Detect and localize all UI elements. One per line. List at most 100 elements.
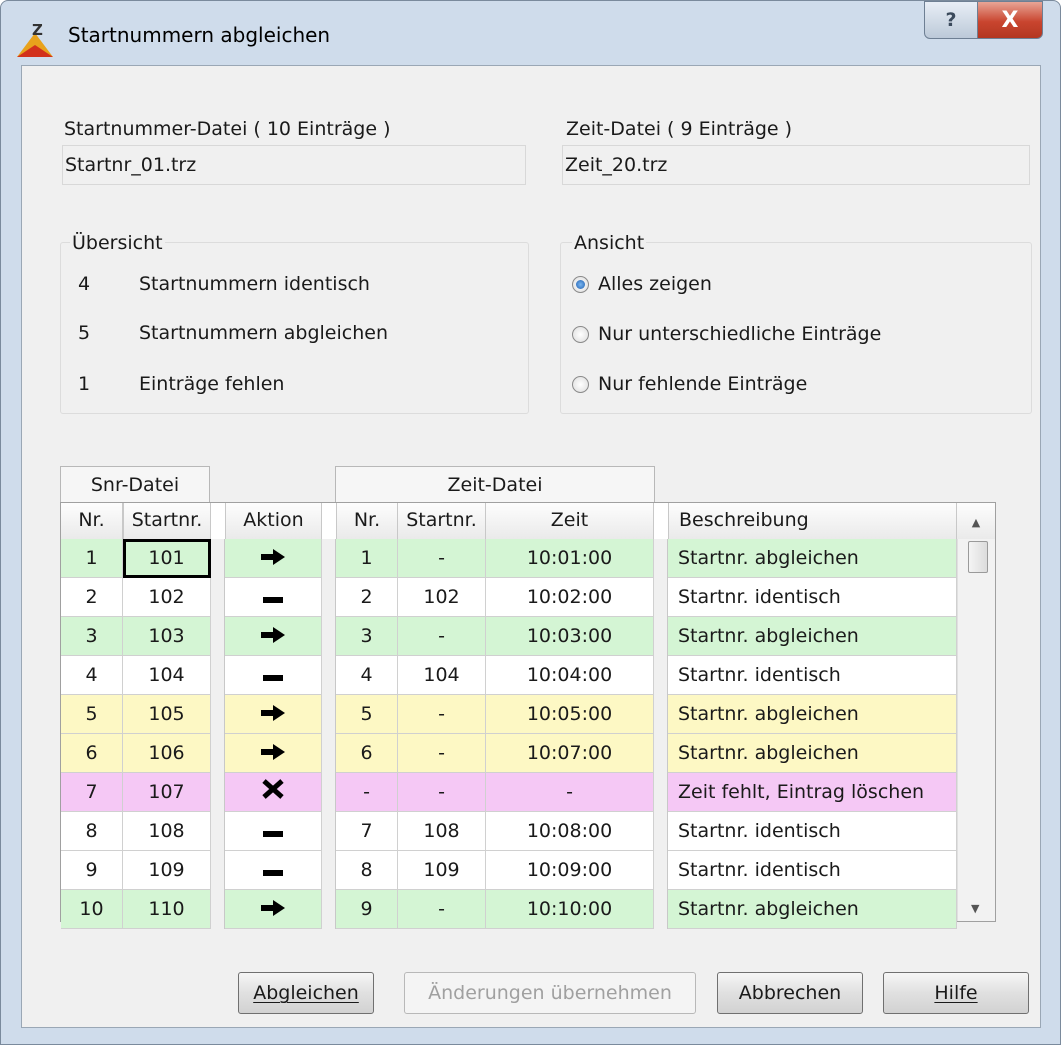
cell-action[interactable] bbox=[225, 812, 322, 851]
cell-zeit[interactable]: 10:02:00 bbox=[486, 578, 654, 617]
cell-zeit-startnr[interactable]: 109 bbox=[398, 851, 486, 890]
title-bar[interactable]: Z Startnummern abgleichen ? X bbox=[1, 1, 1060, 65]
close-button[interactable]: X bbox=[977, 1, 1043, 39]
cell-beschreibung[interactable]: Startnr. identisch bbox=[668, 578, 957, 617]
cancel-button[interactable]: Abbrechen bbox=[717, 972, 863, 1014]
cell-zeit[interactable]: - bbox=[486, 773, 654, 812]
col-header-zeit[interactable]: Zeit bbox=[486, 503, 654, 539]
cell-zeit[interactable]: 10:08:00 bbox=[486, 812, 654, 851]
table-row[interactable]: 1 101 1-10:01:00 Startnr. abgleichen bbox=[61, 539, 996, 578]
cell-startnr[interactable]: 106 bbox=[123, 734, 211, 773]
cell-action[interactable] bbox=[225, 851, 322, 890]
cell-nr[interactable]: 2 bbox=[61, 578, 123, 617]
cell-zeit[interactable]: 10:10:00 bbox=[486, 890, 654, 929]
table-row[interactable]: 3 103 3-10:03:00 Startnr. abgleichen bbox=[61, 617, 996, 656]
cell-nr[interactable]: 3 bbox=[61, 617, 123, 656]
cell-zeit-startnr[interactable]: - bbox=[398, 617, 486, 656]
help-titlebar-button[interactable]: ? bbox=[924, 1, 978, 39]
cell-zeit[interactable]: 10:04:00 bbox=[486, 656, 654, 695]
cell-zeit-nr[interactable]: 3 bbox=[336, 617, 398, 656]
cell-zeit-nr[interactable]: 7 bbox=[336, 812, 398, 851]
cell-startnr[interactable]: 107 bbox=[123, 773, 211, 812]
col-header-nr[interactable]: Nr. bbox=[61, 503, 123, 539]
col-header-aktion[interactable]: Aktion bbox=[225, 503, 322, 539]
col-header-beschreibung[interactable]: Beschreibung bbox=[668, 503, 957, 539]
table-row[interactable]: 2 102 2 102 10:02:00 Startnr. identisch bbox=[61, 578, 996, 617]
cell-zeit-nr[interactable]: 4 bbox=[336, 656, 398, 695]
cell-zeit-nr[interactable]: - bbox=[336, 773, 398, 812]
cell-beschreibung[interactable]: Startnr. abgleichen bbox=[668, 695, 957, 734]
scroll-down-icon[interactable]: ▼ bbox=[971, 902, 979, 915]
vertical-scrollbar[interactable]: ▼ bbox=[957, 539, 995, 921]
cell-zeit[interactable]: 10:03:00 bbox=[486, 617, 654, 656]
cell-startnr[interactable]: 104 bbox=[123, 656, 211, 695]
cell-startnr[interactable]: 110 bbox=[123, 890, 211, 929]
col-header-startnr[interactable]: Startnr. bbox=[123, 503, 211, 539]
radio-only-missing[interactable]: Nur fehlende Einträge bbox=[572, 373, 807, 395]
cell-zeit-startnr[interactable]: - bbox=[398, 695, 486, 734]
abgleichen-button[interactable]: Abgleichen bbox=[238, 972, 374, 1014]
cell-startnr[interactable]: 109 bbox=[123, 851, 211, 890]
cell-zeit[interactable]: 10:01:00 bbox=[486, 539, 654, 578]
cell-nr[interactable]: 5 bbox=[61, 695, 123, 734]
cell-startnr[interactable]: 108 bbox=[123, 812, 211, 851]
col-header-zeit-startnr[interactable]: Startnr. bbox=[398, 503, 486, 539]
cell-beschreibung[interactable]: Startnr. identisch bbox=[668, 656, 957, 695]
table-row[interactable]: 8 108 7 108 10:08:00 Startnr. identisch bbox=[61, 812, 996, 851]
cell-zeit-startnr[interactable]: 104 bbox=[398, 656, 486, 695]
cell-zeit-nr[interactable]: 6 bbox=[336, 734, 398, 773]
cell-zeit[interactable]: 10:09:00 bbox=[486, 851, 654, 890]
cell-nr[interactable]: 9 bbox=[61, 851, 123, 890]
cell-beschreibung[interactable]: Zeit fehlt, Eintrag löschen bbox=[668, 773, 957, 812]
cell-action[interactable] bbox=[225, 734, 322, 773]
radio-only-different[interactable]: Nur unterschiedliche Einträge bbox=[572, 323, 881, 345]
cell-zeit-startnr[interactable]: 102 bbox=[398, 578, 486, 617]
cell-startnr[interactable]: 103 bbox=[123, 617, 211, 656]
cell-startnr[interactable]: 105 bbox=[123, 695, 211, 734]
scrollbar-thumb[interactable] bbox=[968, 541, 988, 573]
scroll-up-button[interactable]: ▲ bbox=[957, 503, 995, 539]
table-row[interactable]: 10 110 9-10:10:00 Startnr. abgleichen bbox=[61, 890, 996, 929]
cell-beschreibung[interactable]: Startnr. abgleichen bbox=[668, 734, 957, 773]
cell-action[interactable] bbox=[225, 695, 322, 734]
cell-nr[interactable]: 8 bbox=[61, 812, 123, 851]
cell-action[interactable] bbox=[225, 773, 322, 812]
cell-zeit-startnr[interactable]: - bbox=[398, 773, 486, 812]
table-row[interactable]: 4 104 4 104 10:04:00 Startnr. identisch bbox=[61, 656, 996, 695]
cell-zeit[interactable]: 10:05:00 bbox=[486, 695, 654, 734]
table-row[interactable]: 6 106 6-10:07:00 Startnr. abgleichen bbox=[61, 734, 996, 773]
help-button[interactable]: Hilfe bbox=[883, 972, 1029, 1014]
cell-action[interactable] bbox=[225, 539, 322, 578]
cell-zeit-nr[interactable]: 9 bbox=[336, 890, 398, 929]
table-row[interactable]: 5 105 5-10:05:00 Startnr. abgleichen bbox=[61, 695, 996, 734]
cell-zeit-startnr[interactable]: - bbox=[398, 734, 486, 773]
apply-changes-button[interactable]: Änderungen übernehmen bbox=[404, 972, 696, 1014]
cell-nr[interactable]: 1 bbox=[61, 539, 123, 578]
cell-zeit[interactable]: 10:07:00 bbox=[486, 734, 654, 773]
cell-nr[interactable]: 6 bbox=[61, 734, 123, 773]
cell-nr[interactable]: 10 bbox=[61, 890, 123, 929]
cell-beschreibung[interactable]: Startnr. abgleichen bbox=[668, 890, 957, 929]
cell-action[interactable] bbox=[225, 578, 322, 617]
cell-startnr-selected[interactable]: 101 bbox=[123, 539, 211, 578]
cell-beschreibung[interactable]: Startnr. abgleichen bbox=[668, 539, 957, 578]
cell-zeit-nr[interactable]: 1 bbox=[336, 539, 398, 578]
cell-zeit-startnr[interactable]: - bbox=[398, 890, 486, 929]
cell-action[interactable] bbox=[225, 890, 322, 929]
radio-show-all[interactable]: Alles zeigen bbox=[572, 273, 712, 295]
cell-zeit-nr[interactable]: 5 bbox=[336, 695, 398, 734]
cell-action[interactable] bbox=[225, 656, 322, 695]
cell-beschreibung[interactable]: Startnr. identisch bbox=[668, 851, 957, 890]
table-row[interactable]: 9 109 8 109 10:09:00 Startnr. identisch bbox=[61, 851, 996, 890]
cell-beschreibung[interactable]: Startnr. identisch bbox=[668, 812, 957, 851]
cell-zeit-nr[interactable]: 2 bbox=[336, 578, 398, 617]
cell-action[interactable] bbox=[225, 617, 322, 656]
cell-nr[interactable]: 7 bbox=[61, 773, 123, 812]
cell-zeit-nr[interactable]: 8 bbox=[336, 851, 398, 890]
cell-beschreibung[interactable]: Startnr. abgleichen bbox=[668, 617, 957, 656]
cell-startnr[interactable]: 102 bbox=[123, 578, 211, 617]
cell-nr[interactable]: 4 bbox=[61, 656, 123, 695]
cell-zeit-startnr[interactable]: - bbox=[398, 539, 486, 578]
cell-zeit-startnr[interactable]: 108 bbox=[398, 812, 486, 851]
col-header-zeit-nr[interactable]: Nr. bbox=[336, 503, 398, 539]
